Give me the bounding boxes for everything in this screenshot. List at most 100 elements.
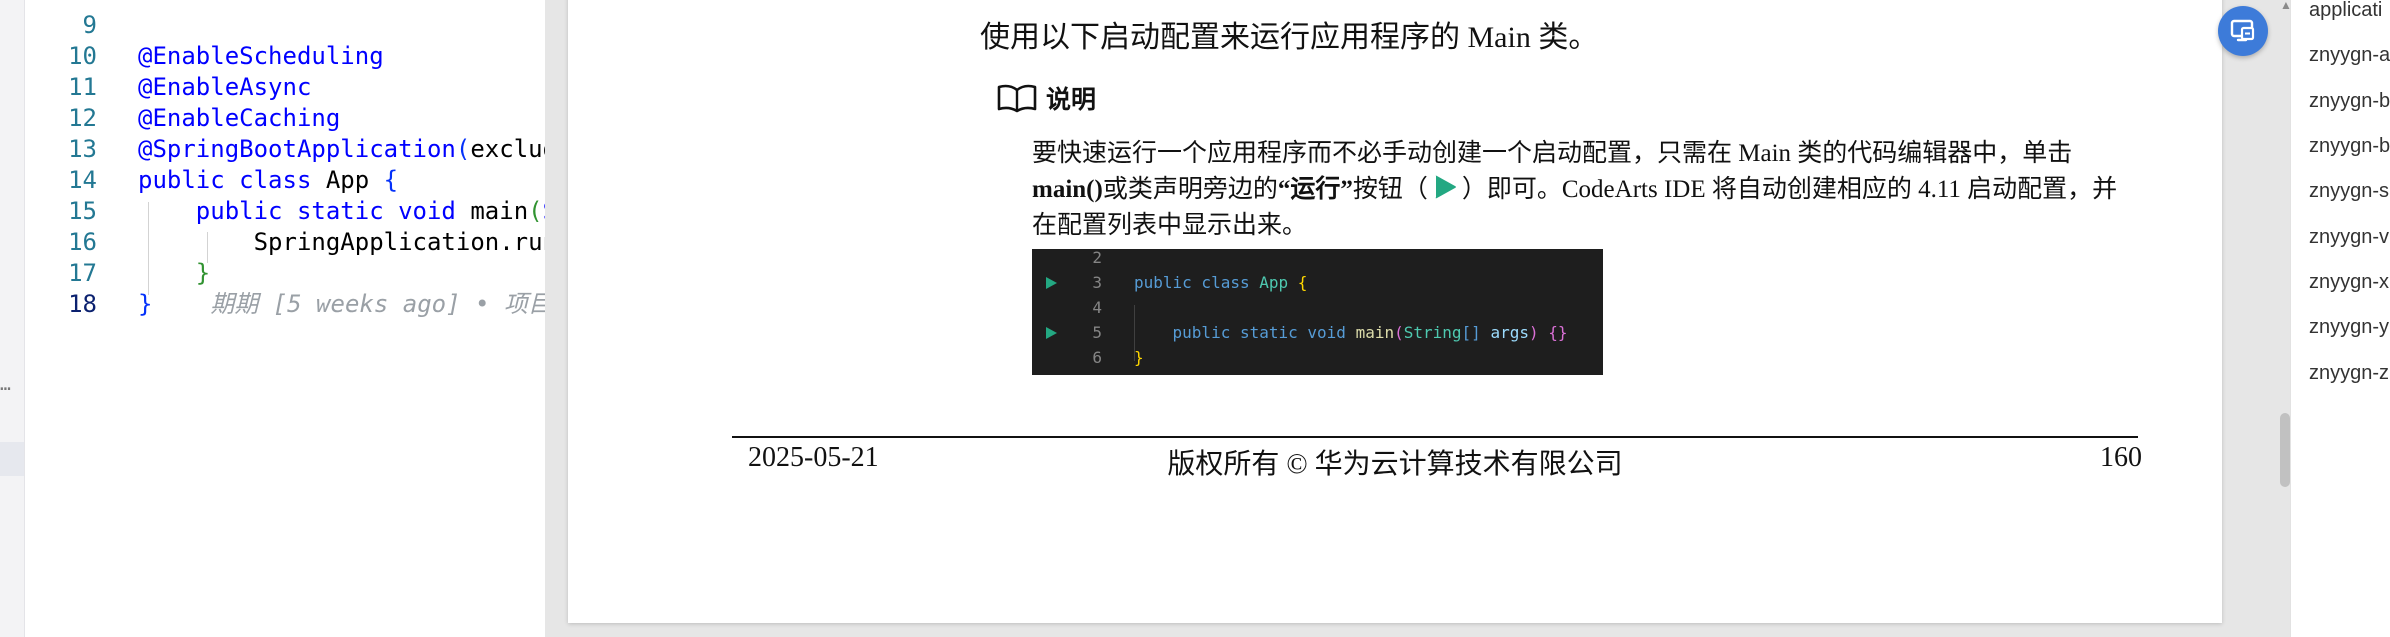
outline-panel: applicati znyygn-a znyygn-b znyygn-b znyygn-… (2290, 0, 2390, 637)
code-text: @EnableScheduling (138, 41, 384, 72)
code-screenshot-line: 5 public static void main(String[] args)… (1032, 320, 1603, 345)
code-token: ) {} (1528, 323, 1568, 342)
code-token: args (1490, 323, 1529, 342)
note-text: 要快速运行一个应用程序而不必手动创建一个启动配置，只需在 Main 类的代码编辑… (1032, 136, 2122, 244)
code-token: ( (528, 197, 543, 225)
code-token: exclud (470, 135, 545, 163)
outline-item[interactable]: znyygn-b (2309, 133, 2390, 159)
note-text-3: 按钮（ (1352, 176, 1428, 203)
screen-capture-icon (2230, 19, 2255, 42)
screen-capture-button[interactable] (2218, 6, 2268, 56)
active-item-highlight (0, 442, 24, 476)
code-token: { (383, 166, 399, 194)
note-text-2: 或类声明旁边的 (1102, 176, 1278, 203)
outline-item[interactable]: znyygn-b (2309, 88, 2390, 114)
code-text: @EnableCaching (138, 103, 340, 134)
code-token: SpringApplication.run (138, 228, 545, 256)
code-text: @SpringBootApplication(exclud (138, 134, 545, 165)
open-book-icon (997, 84, 1037, 113)
vertical-scrollbar[interactable]: ▲ (2280, 0, 2290, 637)
code-line[interactable]: 9 (25, 10, 545, 41)
code-line[interactable]: 12 @EnableCaching (25, 103, 545, 134)
line-number[interactable]: 10 (25, 41, 97, 72)
code-token: @EnableCaching (138, 104, 341, 132)
footer-page-number: 160 (2100, 442, 2142, 473)
document-viewer[interactable]: 使用以下启动配置来运行应用程序的 Main 类。 说明 要快速运行一个应用程序而… (545, 0, 2290, 637)
note-bold-main: main() (1032, 176, 1103, 203)
code-line[interactable]: 14 public class App { (25, 165, 545, 196)
line-number: 3 (1092, 273, 1102, 292)
indent-guide (148, 202, 149, 295)
line-number[interactable]: 16 (25, 227, 97, 258)
note-text-1: 要快速运行一个应用程序而不必手动创建一个启动配置，只需在 Main 类的代码编辑… (1032, 140, 2073, 167)
line-number[interactable]: 18 (25, 289, 97, 320)
code-text: @EnableAsync (138, 72, 311, 103)
code-text: } 期期 [5 weeks ago] • 项目搭 (138, 289, 545, 320)
code-token: @EnableAsync (138, 73, 312, 101)
code-screenshot-line: 2 (1032, 249, 1603, 270)
code-token: { (1297, 273, 1308, 292)
line-number[interactable]: 15 (25, 196, 97, 227)
line-number[interactable]: 12 (25, 103, 97, 134)
code-screenshot-line: 6} (1032, 345, 1603, 370)
code-token: @SpringBootApplication (138, 135, 456, 163)
indent-guide (207, 232, 208, 263)
code-token: ( (455, 135, 471, 163)
intro-paragraph: 使用以下启动配置来运行应用程序的 Main 类。 (980, 21, 1599, 54)
code-token: [] (1461, 323, 1491, 342)
outline-item[interactable]: znyygn-z (2309, 360, 2389, 386)
code-token: } (138, 290, 153, 318)
code-token: public class (1134, 273, 1260, 292)
code-text: SpringApplication.run (138, 227, 545, 258)
document-page: 使用以下启动配置来运行应用程序的 Main 类。 说明 要快速运行一个应用程序而… (568, 0, 2222, 623)
note-bold-run: “运行” (1277, 176, 1353, 203)
scrollbar-thumb[interactable] (2280, 413, 2290, 487)
line-number: 6 (1092, 348, 1102, 367)
scroll-up-arrow-icon[interactable]: ▲ (2280, 0, 2290, 12)
git-blame-hint: 期期 [5 weeks ago] • 项目搭 (152, 290, 545, 318)
run-triangle-icon (1046, 327, 1057, 339)
code-line[interactable]: 11 @EnableAsync (25, 72, 545, 103)
code-token: public static void (1134, 323, 1356, 342)
code-token: main (470, 197, 529, 225)
code-token: main (1355, 323, 1395, 342)
code-token: public static void (138, 197, 471, 225)
code-token: App (1259, 273, 1298, 292)
code-line[interactable]: 17 } (25, 258, 545, 289)
run-triangle-icon (1046, 277, 1057, 289)
code-token: App (325, 166, 384, 194)
outline-item[interactable]: applicati (2309, 0, 2382, 23)
code-line[interactable]: 16 SpringApplication.run (25, 227, 545, 258)
line-number: 2 (1092, 249, 1102, 267)
code-screenshot-line: 4 (1032, 295, 1603, 320)
code-token: @EnableScheduling (138, 42, 384, 70)
code-line[interactable]: 13 @SpringBootApplication(exclud (25, 134, 545, 165)
outline-item[interactable]: znyygn-y (2309, 314, 2389, 340)
line-number: 5 (1092, 323, 1102, 342)
code-screenshot-line: 3 public class App { (1032, 270, 1603, 295)
code-text: } (1134, 345, 1144, 370)
outline-item[interactable]: znyygn-a (2309, 42, 2390, 68)
overflow-indicator[interactable]: … (0, 374, 12, 395)
line-number[interactable]: 11 (25, 72, 97, 103)
code-line[interactable]: 15 public static void main(S (25, 196, 545, 227)
outline-item[interactable]: znyygn-s (2309, 178, 2389, 204)
code-text: public static void main(String[] args) {… (1134, 320, 1568, 345)
code-line[interactable]: 10 @EnableScheduling (25, 41, 545, 72)
line-number: 4 (1092, 298, 1102, 317)
run-triangle-icon (1435, 175, 1456, 199)
footer-copyright: 版权所有 © 华为云计算技术有限公司 (1167, 449, 1623, 480)
code-editor[interactable]: 9 10 @EnableScheduling 11 @EnableAsync 12 @Ena… (25, 0, 545, 637)
footer-divider (732, 436, 2138, 438)
outline-item[interactable]: znyygn-x (2309, 269, 2389, 295)
code-token: ( (1394, 323, 1404, 342)
code-line[interactable]: 18} 期期 [5 weeks ago] • 项目搭 (25, 289, 545, 320)
code-text: public static void main(S (138, 196, 545, 227)
line-number[interactable]: 9 (25, 10, 97, 41)
line-number[interactable]: 17 (25, 258, 97, 289)
line-number[interactable]: 13 (25, 134, 97, 165)
outline-item[interactable]: znyygn-v (2309, 224, 2389, 250)
note-title: 说明 (1046, 85, 1097, 114)
line-number[interactable]: 14 (25, 165, 97, 196)
code-text: public class App { (1134, 270, 1307, 295)
